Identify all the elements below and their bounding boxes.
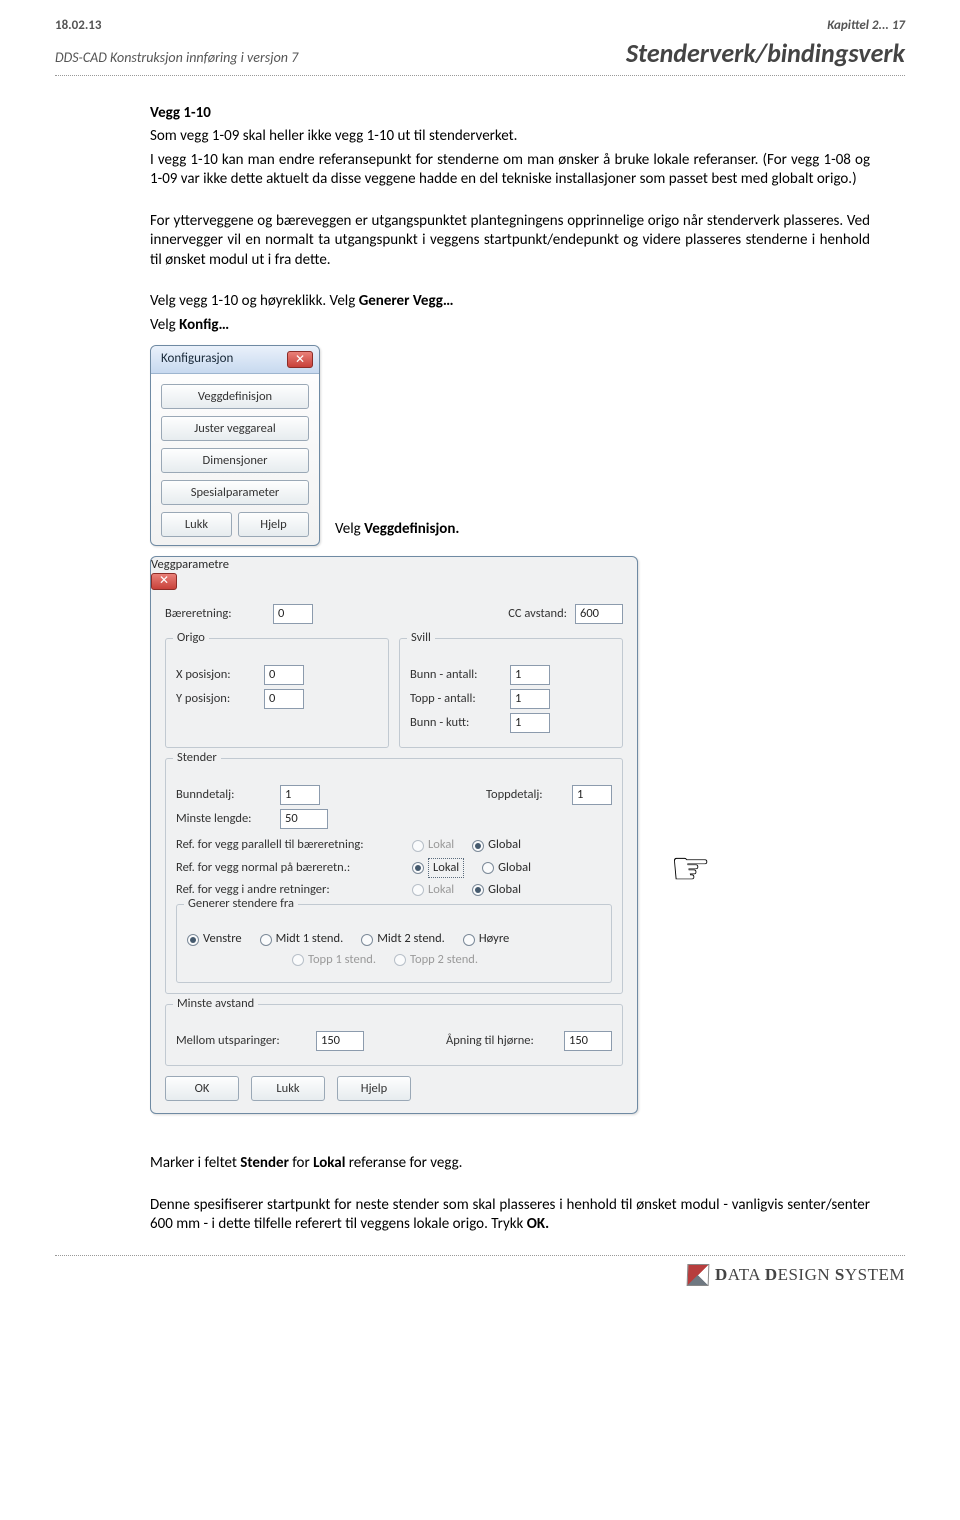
dialog-title: Veggparametre bbox=[151, 557, 229, 572]
juster-veggareal-button[interactable]: Juster veggareal bbox=[161, 416, 309, 441]
caption: Velg Veggdefinisjon. bbox=[335, 520, 870, 540]
footer: DATA DESIGN SYSTEM bbox=[55, 1264, 905, 1286]
bunn-antall-input[interactable]: 1 bbox=[510, 665, 550, 685]
dimensjoner-button[interactable]: Dimensjoner bbox=[161, 448, 309, 473]
toppdetalj-input[interactable]: 1 bbox=[572, 785, 612, 805]
divider bbox=[55, 75, 905, 76]
lukk-button[interactable]: Lukk bbox=[161, 512, 232, 537]
divider bbox=[55, 1255, 905, 1256]
label: X posisjon: bbox=[176, 667, 264, 683]
ref2-global-radio[interactable]: Global bbox=[482, 860, 531, 876]
gen-topp1-radio: Topp 1 stend. bbox=[292, 952, 376, 968]
fieldset-legend: Svill bbox=[407, 630, 435, 646]
ref3-lokal-radio: Lokal bbox=[412, 882, 454, 898]
mellom-utsparinger-input[interactable]: 150 bbox=[316, 1031, 364, 1051]
label: Y posisjon: bbox=[176, 691, 264, 707]
label: Bunn - antall: bbox=[410, 667, 510, 683]
chapter-title: Stenderverk/bindingsverk bbox=[626, 37, 905, 71]
paragraph: I vegg 1-10 kan man endre referansepunkt… bbox=[150, 151, 870, 190]
ref3-global-radio[interactable]: Global bbox=[472, 882, 521, 898]
gen-venstre-radio[interactable]: Venstre bbox=[187, 931, 242, 947]
dialog-title: Konfigurasjon bbox=[161, 351, 233, 368]
cc-avstand-input[interactable]: 600 bbox=[575, 604, 623, 624]
date-text: 18.02.13 bbox=[55, 18, 101, 35]
lukk-button[interactable]: Lukk bbox=[251, 1076, 325, 1101]
apning-hjorne-input[interactable]: 150 bbox=[564, 1031, 612, 1051]
label: Ref. for vegg parallell til bæreretning: bbox=[176, 837, 412, 853]
close-icon[interactable]: ✕ bbox=[151, 573, 177, 590]
label: Mellom utsparinger: bbox=[176, 1033, 316, 1049]
paragraph: Marker i feltet Stender for Lokal refera… bbox=[150, 1154, 870, 1174]
ref2-lokal-radio[interactable]: Lokal bbox=[412, 858, 464, 878]
bunn-kutt-input[interactable]: 1 bbox=[510, 713, 550, 733]
config-dialog: Konfigurasjon ✕ Veggdefinisjon Juster ve… bbox=[150, 345, 320, 546]
paragraph: Denne spesifiserer startpunkt for neste … bbox=[150, 1196, 870, 1235]
gen-midt1-radio[interactable]: Midt 1 stend. bbox=[260, 931, 344, 947]
gen-hoyre-radio[interactable]: Høyre bbox=[463, 931, 509, 947]
logo-icon bbox=[687, 1264, 710, 1286]
hjelp-button[interactable]: Hjelp bbox=[238, 512, 309, 537]
ref1-global-radio[interactable]: Global bbox=[472, 837, 521, 853]
spesialparameter-button[interactable]: Spesialparameter bbox=[161, 480, 309, 505]
paragraph: For ytterveggene og bæreveggen er utgang… bbox=[150, 212, 870, 271]
section-heading: Vegg 1-10 bbox=[150, 104, 870, 124]
logo-text: DATA DESIGN SYSTEM bbox=[715, 1264, 905, 1286]
hjelp-button[interactable]: Hjelp bbox=[337, 1076, 411, 1101]
minste-lengde-input[interactable]: 50 bbox=[280, 809, 328, 829]
dialog-titlebar: Konfigurasjon ✕ bbox=[151, 346, 319, 374]
ok-button[interactable]: OK bbox=[165, 1076, 239, 1101]
veggparametre-dialog: Veggparametre ✕ Bæreretning: 0 CC avstan… bbox=[150, 556, 638, 1115]
gen-topp2-radio: Topp 2 stend. bbox=[394, 952, 478, 968]
label: Ref. for vegg normal på bæreretn.: bbox=[176, 860, 412, 876]
label: Bæreretning: bbox=[165, 606, 273, 622]
label: Topp - antall: bbox=[410, 691, 510, 707]
close-icon[interactable]: ✕ bbox=[287, 351, 313, 368]
doc-name: DDS-CAD Konstruksjon innføring i versjon… bbox=[55, 49, 298, 67]
dialog-titlebar: Veggparametre ✕ bbox=[151, 557, 637, 590]
label: Åpning til hjørne: bbox=[446, 1033, 564, 1049]
label: CC avstand: bbox=[481, 606, 575, 622]
gen-midt2-radio[interactable]: Midt 2 stend. bbox=[361, 931, 445, 947]
fieldset-legend: Minste avstand bbox=[173, 996, 258, 1012]
x-input[interactable]: 0 bbox=[264, 665, 304, 685]
chapter-ref: Kapittel 2... 17 bbox=[827, 18, 905, 35]
label: Bunn - kutt: bbox=[410, 715, 510, 731]
bunndetalj-input[interactable]: 1 bbox=[280, 785, 320, 805]
label: Toppdetalj: bbox=[486, 787, 572, 803]
pointing-hand-icon: ☞ bbox=[670, 840, 711, 900]
label: Minste lengde: bbox=[176, 811, 280, 827]
label: Bunndetalj: bbox=[176, 787, 280, 803]
fieldset-legend: Stender bbox=[173, 750, 221, 766]
veggdefinisjon-button[interactable]: Veggdefinisjon bbox=[161, 384, 309, 409]
fieldset-legend: Origo bbox=[173, 630, 209, 646]
topp-antall-input[interactable]: 1 bbox=[510, 689, 550, 709]
paragraph: Velg vegg 1-10 og høyreklikk. Velg Gener… bbox=[150, 292, 870, 312]
paragraph: Som vegg 1-09 skal heller ikke vegg 1-10… bbox=[150, 127, 870, 147]
y-input[interactable]: 0 bbox=[264, 689, 304, 709]
bareretning-input[interactable]: 0 bbox=[273, 604, 313, 624]
ref1-lokal-radio: Lokal bbox=[412, 837, 454, 853]
paragraph: Velg Konfig… bbox=[150, 316, 870, 336]
fieldset-legend: Generer stendere fra bbox=[184, 896, 298, 912]
